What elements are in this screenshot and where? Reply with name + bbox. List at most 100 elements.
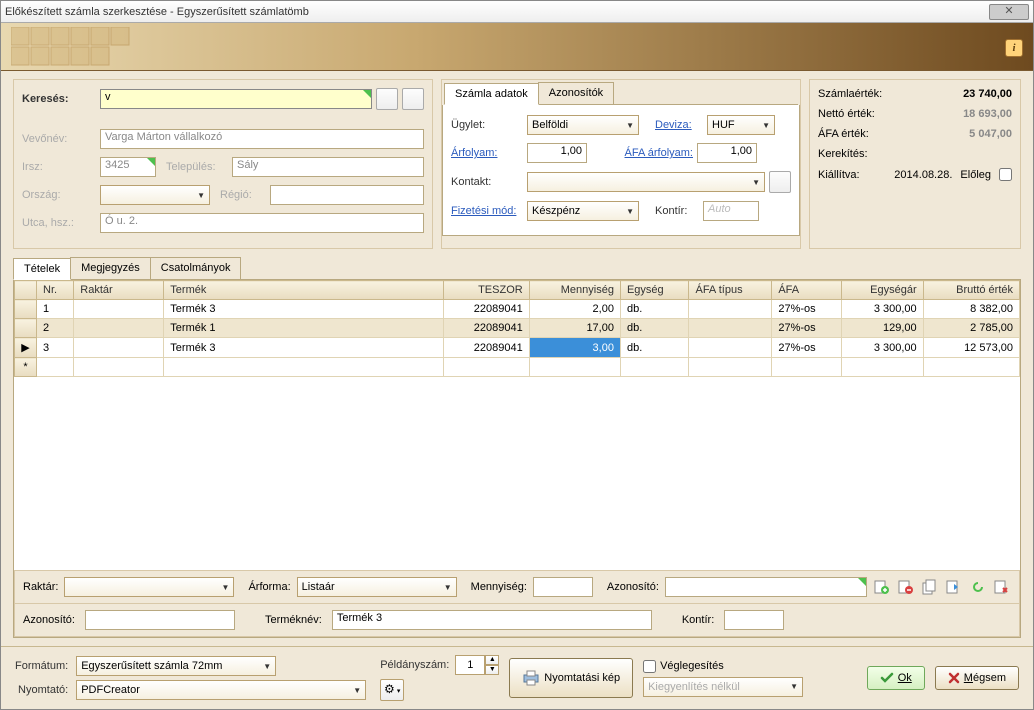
city-input[interactable]: Sály (232, 157, 424, 177)
cell-brutto[interactable]: 12 573,00 (923, 338, 1019, 358)
col-egysegar[interactable]: Egységár (841, 281, 923, 300)
tab-invoice-data[interactable]: Számla adatok (444, 83, 539, 105)
customer-name[interactable]: Varga Márton vállalkozó (100, 129, 424, 149)
cancel-button[interactable]: Mégsem (935, 666, 1019, 690)
cell-menny[interactable]: 3,00 (529, 338, 620, 358)
finalize-checkbox[interactable] (643, 660, 656, 673)
tab-attachments[interactable]: Csatolmányok (150, 257, 242, 279)
tab-note[interactable]: Megjegyzés (70, 257, 151, 279)
delete-icon[interactable] (897, 578, 915, 596)
format-select[interactable]: Egyszerűsített számla 72mm▼ (76, 656, 276, 676)
tab-items[interactable]: Tételek (13, 258, 71, 280)
rate-input[interactable]: 1,00 (527, 143, 587, 163)
tab-identifiers[interactable]: Azonosítók (538, 82, 614, 104)
items-grid[interactable]: Nr. Raktár Termék TESZOR Mennyiség Egysé… (14, 280, 1020, 377)
cell-egysegar[interactable]: 129,00 (841, 319, 923, 338)
region-input[interactable] (270, 185, 424, 205)
deal-type-select[interactable]: Belföldi▼ (527, 115, 639, 135)
cell-egysegar[interactable]: 3 300,00 (841, 338, 923, 358)
lower-azon-input[interactable] (665, 577, 867, 597)
cell-egyseg[interactable]: db. (620, 319, 689, 338)
prepay-checkbox[interactable] (999, 168, 1012, 181)
currency-select[interactable]: HUF▼ (707, 115, 775, 135)
cell-teszor[interactable]: 22089041 (444, 338, 529, 358)
spin-up-icon[interactable]: ▲ (485, 655, 499, 665)
export-icon[interactable] (945, 578, 963, 596)
rate-label[interactable]: Árfolyam: (451, 147, 523, 159)
cell-termek[interactable]: Termék 3 (164, 300, 444, 319)
street-input[interactable]: Ó u. 2. (100, 213, 424, 233)
col-afa[interactable]: ÁFA (772, 281, 841, 300)
cell-menny[interactable]: 2,00 (529, 300, 620, 319)
lower2-termeknev-input[interactable]: Termék 3 (332, 610, 652, 630)
contact-select[interactable]: ▼ (527, 172, 765, 192)
kontir-input[interactable]: Auto (703, 201, 759, 221)
cell-teszor[interactable]: 22089041 (444, 300, 529, 319)
lower2-kontir-input[interactable] (724, 610, 784, 630)
col-brutto[interactable]: Bruttó érték (923, 281, 1019, 300)
contact-btn[interactable] (769, 171, 791, 193)
cell-brutto[interactable]: 2 785,00 (923, 319, 1019, 338)
col-afatipus[interactable]: ÁFA típus (689, 281, 772, 300)
spin-down-icon[interactable]: ▼ (485, 665, 499, 675)
lower-menny-input[interactable] (533, 577, 593, 597)
copy-icon[interactable] (921, 578, 939, 596)
col-teszor[interactable]: TESZOR (444, 281, 529, 300)
row-handle[interactable] (15, 300, 37, 319)
row-handle[interactable] (15, 319, 37, 338)
cell-nr[interactable]: 3 (37, 338, 74, 358)
totals-panel: Számlaérték:23 740,00 Nettó érték:18 693… (809, 79, 1021, 249)
country-select[interactable]: ▼ (100, 185, 210, 205)
printer-select[interactable]: PDFCreator▼ (76, 680, 366, 700)
cell-termek[interactable]: Termék 1 (164, 319, 444, 338)
cell-egyseg[interactable]: db. (620, 300, 689, 319)
col-termek[interactable]: Termék (164, 281, 444, 300)
cell-nr[interactable]: 1 (37, 300, 74, 319)
row-handle-new[interactable]: * (15, 358, 37, 377)
lower2-azon-input[interactable] (85, 610, 235, 630)
print-preview-button[interactable]: Nyomtatási kép (509, 658, 633, 698)
search-btn-1[interactable] (376, 88, 398, 110)
cell-egyseg[interactable]: db. (620, 338, 689, 358)
search-btn-2[interactable] (402, 88, 424, 110)
search-input[interactable]: v (100, 89, 372, 109)
lower-arforma-select[interactable]: Listaár▼ (297, 577, 457, 597)
vat-rate-label[interactable]: ÁFA árfolyam: (603, 147, 693, 159)
col-menny[interactable]: Mennyiség (529, 281, 620, 300)
cell-afatipus[interactable] (689, 338, 772, 358)
gear-icon[interactable]: ⚙▾ (380, 679, 404, 701)
cell-afa[interactable]: 27%-os (772, 319, 841, 338)
paymode-label[interactable]: Fizetési mód: (451, 205, 523, 217)
cell-brutto[interactable]: 8 382,00 (923, 300, 1019, 319)
vat-rate-input[interactable]: 1,00 (697, 143, 757, 163)
cell-raktar[interactable] (74, 319, 164, 338)
ok-button[interactable]: Ok (867, 666, 925, 690)
cell-egysegar[interactable]: 3 300,00 (841, 300, 923, 319)
cell-teszor[interactable]: 22089041 (444, 319, 529, 338)
cell-afatipus[interactable] (689, 319, 772, 338)
close-icon[interactable]: ✕ (989, 4, 1029, 20)
row-handle[interactable]: ▶ (15, 338, 37, 358)
settlement-select[interactable]: Kiegyenlítés nélkül▼ (643, 677, 803, 697)
cell-afa[interactable]: 27%-os (772, 338, 841, 358)
copies-input[interactable] (455, 655, 485, 675)
zip-input[interactable]: 3425 (100, 157, 156, 177)
cell-raktar[interactable] (74, 338, 164, 358)
add-icon[interactable] (873, 578, 891, 596)
col-raktar[interactable]: Raktár (74, 281, 164, 300)
copies-spinner[interactable]: ▲▼ (455, 655, 499, 675)
paymode-select[interactable]: Készpénz▼ (527, 201, 639, 221)
cell-menny[interactable]: 17,00 (529, 319, 620, 338)
cell-nr[interactable]: 2 (37, 319, 74, 338)
cell-afa[interactable]: 27%-os (772, 300, 841, 319)
remove-icon[interactable] (993, 578, 1011, 596)
cell-afatipus[interactable] (689, 300, 772, 319)
currency-label[interactable]: Deviza: (655, 119, 703, 131)
cell-termek[interactable]: Termék 3 (164, 338, 444, 358)
col-egyseg[interactable]: Egység (620, 281, 689, 300)
col-nr[interactable]: Nr. (37, 281, 74, 300)
info-icon[interactable]: i (1005, 39, 1023, 57)
cell-raktar[interactable] (74, 300, 164, 319)
refresh-icon[interactable] (969, 578, 987, 596)
lower-raktar-select[interactable]: ▼ (64, 577, 234, 597)
